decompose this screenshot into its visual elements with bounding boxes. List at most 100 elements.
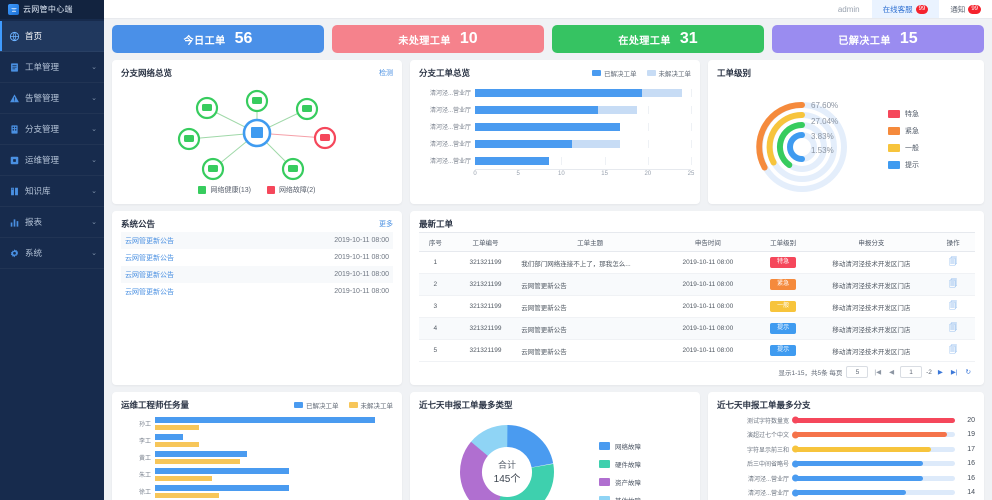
bar-track	[792, 416, 955, 424]
card-header: 近七天申报工单最多分支	[717, 399, 975, 411]
radial-label-3: 3.83%	[811, 132, 834, 141]
card-latest-orders: 最新工单 序号 工单编号 工单主题 申告时间 工单级别 申报分支 操作 1 32…	[410, 211, 984, 385]
legend-label: 硬件故障	[615, 462, 641, 469]
bar-group	[155, 468, 393, 481]
axis-tick: 20	[644, 171, 652, 177]
card-engineer-tasks: 运维工程师任务量 已解决工单 未解决工单 孙工 李工 黄工 朱工 徐工	[112, 392, 402, 500]
next-page-button[interactable]: ▶	[936, 368, 945, 376]
current-page-input[interactable]: 1	[900, 366, 923, 378]
card-header: 系统公告 更多	[121, 218, 393, 230]
bar-track	[475, 156, 692, 165]
status-badge: 99	[968, 4, 981, 14]
bar-category-label: 徐工	[138, 490, 151, 496]
table-row[interactable]: 3 321321199 云网管更新公告 2019-10-11 08:00 一般 …	[419, 295, 975, 318]
announcement-date: 2019-10-11 08:00	[334, 271, 389, 278]
list-item[interactable]: 云网管更新公告 2019-10-11 08:00	[121, 232, 393, 249]
cell-subject[interactable]: 云网管更新公告	[519, 295, 661, 318]
kpi-processing-orders[interactable]: 在处理工单 31	[552, 25, 764, 53]
bar-segment-resolved	[475, 122, 621, 131]
legend-swatch	[599, 460, 610, 468]
sidebar-item-knowledge-base[interactable]: 知识库 ⌄	[0, 176, 104, 207]
branch-orders-chart: 清河泾...营业厅 清河泾...营业厅 清河泾...营业厅 清河泾...营业厅 …	[419, 81, 694, 179]
sidebar-item-ops-management[interactable]: 运维管理 ⌄	[0, 145, 104, 176]
cell-op[interactable]: 🗐	[931, 317, 975, 340]
order-types-legend: 网络故障 硬件故障 资产故障	[599, 441, 641, 500]
sidebar: 云网管中心端 首页 工单管理 ⌄ 告警管理 ⌄ 分支管理 ⌄ 运维管理 ⌄ 知识…	[0, 0, 104, 500]
detail-icon[interactable]: 🗐	[949, 279, 957, 288]
table-row[interactable]: 2 321321199 云网管更新公告 2019-10-11 08:00 紧急 …	[419, 273, 975, 296]
kpi-today-orders[interactable]: 今日工单 56	[112, 25, 324, 53]
bar-value: 19	[967, 431, 975, 439]
cell-subject[interactable]: 我们部门网络连接不上了，那我怎么...	[519, 251, 661, 274]
bar-category-label: 清河泾...营业厅	[747, 476, 789, 483]
bar-category-label: 后三中间省略号	[746, 462, 789, 469]
last-page-button[interactable]: ▶|	[949, 368, 960, 376]
cell-no: 2	[419, 273, 452, 296]
chart-bar-row: 清河泾...营业厅	[419, 84, 692, 101]
chart-bar-row: 清河泾...营业厅	[419, 101, 692, 118]
sidebar-item-ticket-management[interactable]: 工单管理 ⌄	[0, 52, 104, 83]
sidebar-item-branch-management[interactable]: 分支管理 ⌄	[0, 114, 104, 145]
table-row[interactable]: 1 321321199 我们部门网络连接不上了，那我怎么... 2019-10-…	[419, 251, 975, 274]
cell-op[interactable]: 🗐	[931, 273, 975, 296]
detail-icon[interactable]: 🗐	[949, 301, 957, 310]
charts-row-bottom: 运维工程师任务量 已解决工单 未解决工单 孙工 李工 黄工 朱工 徐工 近七天申…	[112, 392, 984, 500]
announcement-title: 云网管更新公告	[125, 237, 174, 245]
axis-tick: 25	[687, 171, 695, 177]
page-size-input[interactable]: 5	[846, 366, 869, 378]
status-badge: 一般	[770, 301, 797, 312]
sidebar-item-home[interactable]: 首页	[0, 21, 104, 52]
detail-icon[interactable]: 🗐	[949, 257, 957, 266]
bar-category-label: 清河泾...营业厅	[429, 125, 471, 131]
first-page-button[interactable]: |◀	[872, 368, 883, 376]
table-row[interactable]: 4 321321199 云网管更新公告 2019-10-11 08:00 提示 …	[419, 317, 975, 340]
bar-resolved	[155, 417, 375, 423]
status-badge: 特急	[770, 257, 797, 268]
detail-icon[interactable]: 🗐	[949, 345, 957, 354]
cell-op[interactable]: 🗐	[931, 295, 975, 318]
kpi-resolved-orders[interactable]: 已解决工单 15	[772, 25, 984, 53]
bar-segment-resolved	[475, 139, 572, 148]
chevron-down-icon: ⌄	[91, 188, 97, 195]
brand-logo[interactable]: 云网管中心端	[0, 0, 104, 19]
tab-online-service[interactable]: 在线客服 99	[871, 0, 940, 18]
pagination: 显示1-15，共5条 每页 5 |◀ ◀ 1 -2 ▶ ▶| ↻	[419, 362, 975, 378]
list-item[interactable]: 云网管更新公告 2019-10-11 08:00	[121, 249, 393, 266]
bar-track	[792, 431, 955, 439]
list-item[interactable]: 云网管更新公告 2019-10-11 08:00	[121, 266, 393, 283]
tab-notifications[interactable]: 通知 99	[939, 0, 992, 18]
cell-level: 提示	[754, 339, 812, 362]
sidebar-item-system[interactable]: 系统 ⌄	[0, 238, 104, 269]
dashboard-content: 今日工单 56 未处理工单 10 在处理工单 31 已解决工单 15 分支网络总…	[104, 19, 992, 500]
user-name[interactable]: admin	[826, 0, 872, 18]
cell-subject[interactable]: 云网管更新公告	[519, 339, 661, 362]
sidebar-item-label: 系统	[25, 248, 43, 258]
refresh-icon[interactable]: ↻	[964, 368, 973, 376]
detect-link[interactable]: 检测	[379, 68, 393, 78]
axis-tick: 15	[601, 171, 608, 177]
cell-op[interactable]: 🗐	[931, 339, 975, 362]
table-row[interactable]: 5 321321199 云网管更新公告 2019-10-11 08:00 提示 …	[419, 339, 975, 362]
engineer-tasks-chart: 孙工 李工 黄工 朱工 徐工	[121, 413, 393, 500]
bar-group	[155, 485, 393, 498]
legend-swatch	[599, 478, 610, 486]
more-link[interactable]: 更多	[379, 219, 393, 229]
sidebar-item-reports[interactable]: 报表 ⌄	[0, 207, 104, 238]
column-header-branch: 申报分支	[811, 232, 932, 252]
chart-bar-row: 后三中间省略号 16	[717, 457, 975, 472]
cell-op[interactable]: 🗐	[931, 251, 975, 274]
kpi-pending-orders[interactable]: 未处理工单 10	[332, 25, 544, 53]
home-icon	[9, 31, 20, 42]
legend-swatch	[294, 402, 303, 408]
sidebar-item-alarm-management[interactable]: 告警管理 ⌄	[0, 83, 104, 114]
card-title: 系统公告	[121, 219, 156, 229]
cell-subject[interactable]: 云网管更新公告	[519, 317, 661, 340]
cell-level: 特急	[754, 251, 812, 274]
prev-page-button[interactable]: ◀	[887, 368, 896, 376]
cell-subject[interactable]: 云网管更新公告	[519, 273, 661, 296]
list-item[interactable]: 云网管更新公告 2019-10-11 08:00	[121, 283, 393, 300]
cell-no: 4	[419, 317, 452, 340]
detail-icon[interactable]: 🗐	[949, 323, 957, 332]
chart-bar-row: 字符显示前三和 17	[717, 442, 975, 457]
topology-graph[interactable]	[121, 81, 393, 189]
